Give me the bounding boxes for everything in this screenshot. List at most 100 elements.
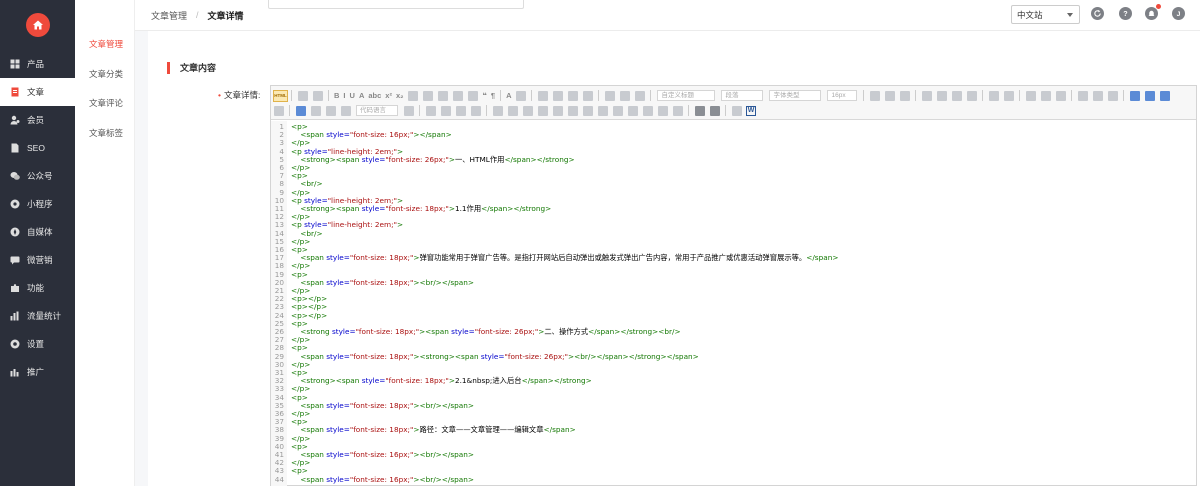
toolbar-dropdown-3[interactable]: 16px bbox=[827, 90, 858, 101]
toolbar-icon[interactable] bbox=[1025, 90, 1036, 101]
toolbar-icon[interactable] bbox=[425, 105, 436, 116]
toolbar-icon[interactable] bbox=[1129, 90, 1140, 101]
toolbar-icon[interactable] bbox=[312, 90, 323, 101]
sidebar-item-0[interactable]: 产品 bbox=[0, 50, 75, 78]
home-icon[interactable] bbox=[25, 13, 50, 37]
sidebar-item-6[interactable]: 自媒体 bbox=[0, 218, 75, 246]
sidebar-item-11[interactable]: 推广 bbox=[0, 358, 75, 386]
toolbar-icon[interactable] bbox=[1003, 90, 1014, 101]
toolbar-icon[interactable] bbox=[951, 90, 962, 101]
user-avatar-icon[interactable]: J bbox=[1172, 7, 1185, 20]
toolbar-icon[interactable] bbox=[455, 105, 466, 116]
toolbar-icon[interactable] bbox=[604, 90, 615, 101]
toolbar-format-icon[interactable]: ❝ bbox=[482, 91, 486, 100]
toolbar-icon[interactable] bbox=[422, 90, 433, 101]
sidebar-item-9[interactable]: 流量统计 bbox=[0, 302, 75, 330]
toolbar-icon[interactable] bbox=[507, 105, 518, 116]
toolbar-format-icon[interactable]: x₂ bbox=[396, 91, 404, 100]
toolbar-dropdown-0[interactable]: 自定义标题 bbox=[657, 90, 716, 101]
previous-field-input[interactable] bbox=[268, 0, 524, 9]
toolbar-icon[interactable] bbox=[672, 105, 683, 116]
sidebar-item-4[interactable]: 公众号 bbox=[0, 162, 75, 190]
toolbar-icon[interactable] bbox=[1055, 90, 1066, 101]
toolbar-icon[interactable] bbox=[552, 105, 563, 116]
toolbar-icon[interactable] bbox=[1144, 90, 1155, 101]
toolbar-icon[interactable] bbox=[988, 90, 999, 101]
toolbar-icon[interactable] bbox=[437, 90, 448, 101]
toolbar-icon[interactable] bbox=[567, 90, 578, 101]
toolbar-icon[interactable] bbox=[452, 90, 463, 101]
toolbar-format-icon[interactable]: ¶ bbox=[491, 91, 495, 100]
submenu-item-0[interactable]: 文章管理 bbox=[75, 38, 134, 68]
toolbar-icon[interactable] bbox=[709, 105, 720, 116]
toolbar-icon[interactable] bbox=[612, 105, 623, 116]
toolbar-icon[interactable] bbox=[869, 90, 880, 101]
toolbar-icon[interactable] bbox=[694, 105, 705, 116]
rich-text-editor[interactable]: HTML B I U Aabc x² x₂ ❝ ¶ A 自定义标题 段落 字体类型 16px 代码语言 W … bbox=[270, 85, 1197, 486]
toolbar-icon[interactable] bbox=[470, 105, 481, 116]
toolbar-dropdown-1[interactable]: 段落 bbox=[721, 90, 764, 101]
sidebar-item-10[interactable]: 设置 bbox=[0, 330, 75, 358]
toolbar-icon[interactable] bbox=[1159, 90, 1170, 101]
toolbar-icon[interactable] bbox=[440, 105, 451, 116]
toolbar-icon[interactable] bbox=[403, 105, 414, 116]
toolbar-icon[interactable] bbox=[627, 105, 638, 116]
toolbar-icon[interactable] bbox=[884, 90, 895, 101]
toolbar-icon[interactable] bbox=[582, 90, 593, 101]
toolbar-dropdown-2[interactable]: 字体类型 bbox=[769, 90, 822, 101]
site-language-select[interactable]: 中文站 bbox=[1011, 5, 1080, 24]
toolbar-icon[interactable] bbox=[966, 90, 977, 101]
toolbar-icon[interactable] bbox=[731, 105, 742, 116]
toolbar-format-icon[interactable]: A bbox=[506, 91, 511, 100]
toolbar-icon[interactable] bbox=[1092, 90, 1103, 101]
toolbar-icon[interactable] bbox=[634, 90, 645, 101]
code-language-dropdown[interactable]: 代码语言 bbox=[356, 105, 398, 116]
toolbar-icon[interactable] bbox=[492, 105, 503, 116]
sidebar-item-5[interactable]: 小程序 bbox=[0, 190, 75, 218]
toolbar-format-icon[interactable]: x² bbox=[385, 91, 392, 100]
breadcrumb-item-article-manage[interactable]: 文章管理 bbox=[151, 9, 187, 22]
toolbar-format-icon[interactable]: U bbox=[350, 91, 355, 100]
toolbar-icon[interactable] bbox=[522, 105, 533, 116]
toolbar-icon[interactable] bbox=[297, 90, 308, 101]
sidebar-item-8[interactable]: 功能 bbox=[0, 274, 75, 302]
sidebar-item-3[interactable]: SEO bbox=[0, 134, 75, 162]
toolbar-icon[interactable] bbox=[936, 90, 947, 101]
refresh-icon[interactable] bbox=[1091, 7, 1104, 20]
toolbar-icon[interactable] bbox=[273, 105, 284, 116]
toolbar-icon[interactable] bbox=[325, 105, 336, 116]
toolbar-format-icon[interactable]: B bbox=[334, 91, 339, 100]
toolbar-icon[interactable] bbox=[295, 105, 306, 116]
toolbar-format-icon[interactable]: A bbox=[359, 91, 364, 100]
submenu-item-3[interactable]: 文章标签 bbox=[75, 127, 134, 157]
submenu-item-1[interactable]: 文章分类 bbox=[75, 68, 134, 98]
toolbar-icon[interactable] bbox=[657, 105, 668, 116]
toolbar-icon[interactable] bbox=[1077, 90, 1088, 101]
toolbar-format-icon[interactable]: abc bbox=[368, 91, 381, 100]
toolbar-icon[interactable] bbox=[407, 90, 418, 101]
toolbar-icon[interactable] bbox=[642, 105, 653, 116]
sidebar-item-7[interactable]: 微营销 bbox=[0, 246, 75, 274]
submenu-item-2[interactable]: 文章评论 bbox=[75, 97, 134, 127]
toolbar-icon[interactable] bbox=[921, 90, 932, 101]
bell-icon[interactable] bbox=[1145, 7, 1158, 20]
sidebar-item-2[interactable]: 会员 bbox=[0, 106, 75, 134]
toolbar-icon[interactable] bbox=[1040, 90, 1051, 101]
html-source-view[interactable]: 1 <p> 2 <span style="font-size: 16px;"></s… bbox=[271, 121, 1196, 486]
toolbar-icon[interactable] bbox=[537, 90, 548, 101]
toolbar-icon[interactable] bbox=[567, 105, 578, 116]
toolbar-icon[interactable] bbox=[537, 105, 548, 116]
toolbar-format-icon[interactable]: I bbox=[343, 91, 345, 100]
toolbar-icon[interactable] bbox=[597, 105, 608, 116]
sidebar-item-1[interactable]: 文章 bbox=[0, 78, 75, 106]
toolbar-icon[interactable] bbox=[515, 90, 526, 101]
toolbar-icon[interactable] bbox=[552, 90, 563, 101]
toolbar-icon[interactable] bbox=[899, 90, 910, 101]
toolbar-icon[interactable] bbox=[1107, 90, 1118, 101]
toolbar-icon[interactable] bbox=[582, 105, 593, 116]
toolbar-icon[interactable] bbox=[619, 90, 630, 101]
toolbar-icon[interactable] bbox=[340, 105, 351, 116]
toolbar-icon[interactable] bbox=[310, 105, 321, 116]
word-import-icon[interactable]: W bbox=[746, 105, 756, 116]
toolbar-icon[interactable] bbox=[467, 90, 478, 101]
